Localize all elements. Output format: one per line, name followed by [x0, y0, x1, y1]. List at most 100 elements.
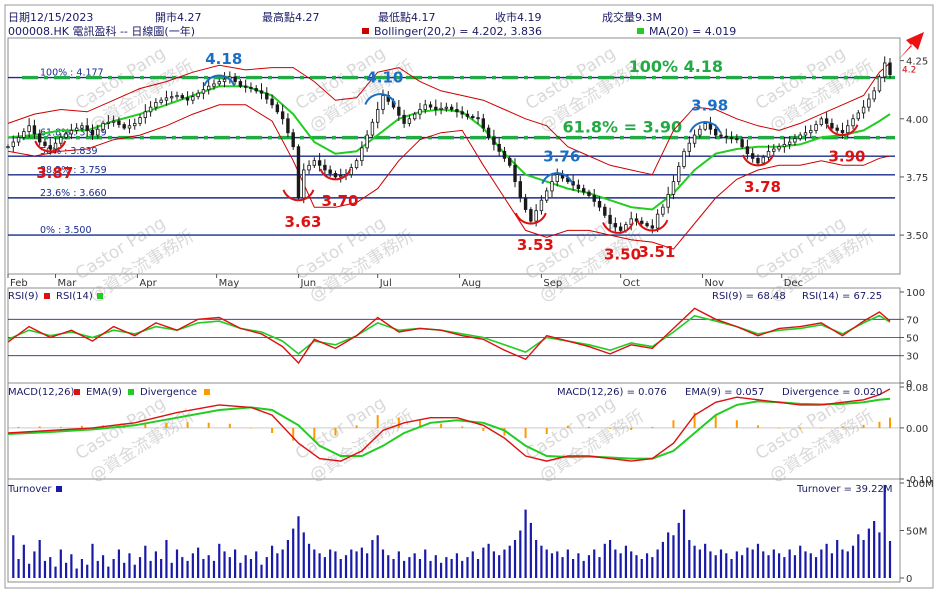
- divergence-bar: [630, 427, 633, 430]
- candle-body: [170, 96, 174, 99]
- candle-body: [69, 130, 74, 135]
- turnover-bar: [619, 553, 622, 578]
- price-xtick-label: Aug: [462, 278, 482, 289]
- candle-body: [698, 128, 702, 136]
- turnover-bar: [160, 559, 163, 578]
- div-legend-text: Divergence: [140, 387, 197, 398]
- candle-body: [793, 138, 797, 143]
- candle-body: [502, 150, 507, 159]
- turnover-bar: [783, 557, 786, 578]
- divergence-bar: [524, 427, 527, 439]
- swing-low-label: 3.51: [638, 243, 675, 261]
- turnover-bar: [12, 535, 15, 578]
- vol-ytick-label: 0: [906, 574, 912, 585]
- turnover-bar: [809, 553, 812, 578]
- candle-body: [238, 81, 243, 87]
- candle-body: [280, 111, 285, 120]
- turnover-bar: [677, 522, 680, 578]
- turnover-bar: [777, 553, 781, 578]
- turnover-bar: [614, 549, 617, 578]
- turnover-bar: [381, 549, 385, 578]
- turnover-bar: [825, 543, 828, 578]
- turnover-bar: [297, 516, 300, 578]
- candle-body: [159, 99, 163, 103]
- candle-body: [122, 124, 126, 129]
- candle-body: [201, 89, 206, 94]
- turnover-bar: [302, 532, 305, 578]
- divergence-bar: [545, 427, 548, 435]
- turnover-bar: [746, 547, 749, 578]
- candle-body: [703, 123, 707, 130]
- turnover-bar: [582, 560, 585, 578]
- candle-body: [486, 127, 491, 138]
- candle-body: [724, 135, 728, 138]
- candle-body: [830, 123, 834, 129]
- div-legend-swatch: [204, 389, 210, 395]
- turnover-bar: [513, 540, 517, 578]
- candle-body: [846, 125, 850, 134]
- candle-body: [587, 191, 591, 196]
- turnover-bar: [265, 557, 268, 578]
- turnover-bar: [867, 528, 870, 578]
- turnover-bar: [191, 553, 194, 578]
- bollinger-legend-swatch: [362, 28, 369, 34]
- divergence-bar: [80, 425, 83, 428]
- turnover-bar: [123, 562, 126, 578]
- turnover-bar: [228, 557, 231, 578]
- turnover-bar: [693, 545, 696, 578]
- turnover-bar: [688, 540, 691, 578]
- candle-body: [22, 131, 26, 138]
- turnover-bar: [276, 553, 279, 578]
- candle-body: [106, 121, 111, 124]
- price-xtick-label: Sep: [543, 278, 562, 289]
- swing-low-label: 3.90: [828, 148, 865, 166]
- candle-body: [455, 109, 459, 113]
- chart-root: Castor Pang @資金流事務所 Castor Pang @資金流事務所 Cast…: [0, 0, 938, 593]
- candle-body: [127, 125, 132, 129]
- divergence-bar: [249, 427, 252, 429]
- turnover-bar: [413, 553, 416, 578]
- turnover-bar: [207, 555, 210, 578]
- rsi14-value-label: RSI(14) = 67.25: [802, 291, 882, 302]
- candle-body: [185, 97, 190, 101]
- candle-body: [518, 181, 522, 199]
- macd-ytick-label: 0.00: [906, 424, 928, 435]
- candle-body: [243, 85, 248, 88]
- candle-body: [323, 164, 327, 171]
- candle-body: [745, 146, 750, 155]
- header-close: 收市4.19: [495, 10, 542, 24]
- turnover-bar: [376, 535, 379, 578]
- candle-body: [523, 197, 528, 210]
- candle-body: [888, 62, 892, 75]
- candle-body: [534, 210, 538, 222]
- price-xtick-label: Jun: [299, 278, 316, 289]
- candle-body: [740, 139, 744, 148]
- turnover-bar: [360, 547, 363, 578]
- candle-body: [360, 147, 364, 162]
- candle-body: [545, 190, 549, 201]
- macd-legend-text: MACD(12,26): [8, 387, 75, 398]
- price-xtick-label: May: [219, 278, 240, 289]
- turnover-bar: [624, 545, 628, 578]
- candle-body: [138, 117, 142, 124]
- candle-body: [32, 125, 37, 135]
- turnover-bar: [22, 544, 25, 578]
- divergence-bar: [672, 420, 675, 428]
- candle-body: [111, 120, 116, 123]
- candle-body: [296, 146, 301, 199]
- turnover-bar: [698, 549, 701, 578]
- turnover-bar: [286, 540, 290, 578]
- turnover-bar: [804, 551, 807, 578]
- candle-body: [787, 141, 792, 145]
- turnover-bar: [165, 540, 168, 578]
- candle-body: [96, 128, 100, 136]
- candle-body: [809, 130, 813, 134]
- divergence-bar: [735, 420, 738, 428]
- candle-body: [603, 206, 607, 216]
- turnover-bar: [133, 564, 136, 578]
- candle-body: [856, 112, 861, 120]
- swing-high-label: 4.10: [366, 69, 403, 87]
- divergence-bar: [228, 423, 231, 428]
- divergence-bar: [271, 427, 274, 433]
- candle-body: [423, 104, 427, 110]
